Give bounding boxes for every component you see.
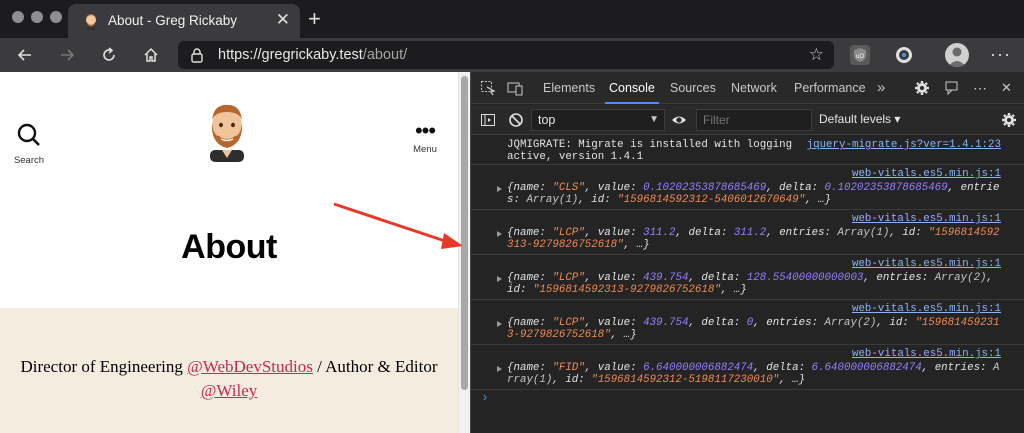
console-output: jquery-migrate.js?ver=1.4.1:23 JQMIGRATE…: [471, 136, 1024, 405]
profile-icon: [948, 47, 966, 67]
device-toolbar-icon[interactable]: [507, 80, 523, 96]
console-message: web-vitals.es5.min.js:1 {name: "LCP", val…: [471, 210, 1024, 255]
console-toolbar: top ▼ Default levels ▾: [471, 105, 1024, 135]
expand-triangle-icon[interactable]: [497, 366, 502, 372]
reload-button[interactable]: [96, 42, 122, 68]
console-message: web-vitals.es5.min.js:1 {name: "FID", val…: [471, 345, 1024, 390]
ellipsis-icon: •••: [414, 118, 436, 143]
expand-triangle-icon[interactable]: [497, 276, 502, 282]
site-logo-avatar: [210, 104, 244, 162]
forward-arrow-icon: [61, 49, 75, 61]
feedback-icon[interactable]: [944, 80, 960, 96]
tab-close-icon[interactable]: ✕: [276, 10, 290, 30]
devtools-close-icon[interactable]: ✕: [1001, 72, 1012, 104]
console-prompt-input[interactable]: ›: [481, 390, 489, 405]
svg-text:uO: uO: [856, 54, 864, 60]
bookmark-star-icon[interactable]: ☆: [809, 45, 824, 65]
search-label: Search: [13, 155, 45, 166]
address-bar[interactable]: https://gregrickaby.test/about/ ☆: [178, 41, 834, 69]
tab-title: About - Greg Rickaby: [108, 13, 238, 28]
live-expression-eye-icon[interactable]: [671, 112, 687, 128]
console-message: web-vitals.es5.min.js:1 {name: "CLS", val…: [471, 165, 1024, 210]
minimize-window-button[interactable]: [31, 11, 43, 23]
menu-label: Menu: [413, 144, 437, 155]
scrollbar-thumb[interactable]: [461, 76, 468, 390]
inspect-element-icon[interactable]: [480, 80, 496, 96]
profile-avatar-button[interactable]: [945, 43, 969, 67]
home-icon: [144, 47, 158, 62]
devtools-more-icon[interactable]: ⋯: [973, 72, 987, 104]
search-button[interactable]: Search: [12, 122, 46, 166]
tab-strip: About - Greg Rickaby ✕ +: [0, 0, 1024, 38]
caret-down-icon: ▼: [649, 114, 659, 125]
tab-sources[interactable]: Sources: [670, 72, 716, 104]
more-tabs-button[interactable]: »: [877, 72, 885, 104]
menu-button[interactable]: ••• Menu: [410, 118, 440, 156]
avatar-favicon-icon: [86, 14, 96, 30]
sidebar-toggle-icon[interactable]: [480, 112, 496, 128]
expand-triangle-icon[interactable]: [497, 231, 502, 237]
source-link[interactable]: web-vitals.es5.min.js:1: [852, 348, 1001, 360]
maximize-window-button[interactable]: [50, 11, 62, 23]
back-button[interactable]: [12, 42, 38, 68]
tab-network[interactable]: Network: [731, 72, 777, 104]
tab-elements[interactable]: Elements: [543, 72, 595, 104]
forward-button[interactable]: [54, 42, 80, 68]
webdevstudios-link[interactable]: @WebDevStudios: [187, 357, 313, 376]
console-message: jquery-migrate.js?ver=1.4.1:23 JQMIGRATE…: [471, 136, 1024, 165]
expand-triangle-icon[interactable]: [497, 321, 502, 327]
expand-triangle-icon[interactable]: [497, 186, 502, 192]
devtools-tab-bar: Elements Console Sources Network Perform…: [471, 72, 1024, 104]
clear-console-icon[interactable]: [508, 112, 524, 128]
source-link[interactable]: web-vitals.es5.min.js:1: [852, 213, 1001, 225]
reload-icon: [103, 47, 115, 61]
settings-gear-icon[interactable]: [914, 80, 930, 96]
search-icon: [17, 123, 40, 146]
source-link[interactable]: web-vitals.es5.min.js:1: [852, 258, 1001, 270]
tab-performance[interactable]: Performance: [794, 72, 866, 104]
page-scrollbar[interactable]: [458, 72, 470, 433]
back-arrow-icon: [17, 49, 31, 61]
source-link[interactable]: jquery-migrate.js?ver=1.4.1:23: [807, 139, 1001, 151]
source-link[interactable]: web-vitals.es5.min.js:1: [852, 303, 1001, 315]
browser-tab[interactable]: About - Greg Rickaby ✕: [68, 4, 300, 38]
console-filter-input[interactable]: [696, 109, 812, 131]
lighthouse-extension-icon[interactable]: [894, 45, 914, 65]
bio-text: Director of Engineering @WebDevStudios /…: [20, 357, 438, 400]
ublock-extension-icon[interactable]: uO: [850, 45, 870, 65]
console-message: web-vitals.es5.min.js:1 {name: "LCP", val…: [471, 300, 1024, 345]
bio-section: Director of Engineering @WebDevStudios /…: [0, 308, 458, 433]
page-title: About: [181, 228, 277, 266]
new-tab-button[interactable]: +: [308, 6, 321, 32]
lock-icon: [191, 48, 203, 63]
console-message: web-vitals.es5.min.js:1 {name: "LCP", val…: [471, 255, 1024, 300]
home-button[interactable]: [138, 42, 164, 68]
web-page: Search ••• Menu About Director of Engine…: [0, 72, 470, 433]
console-settings-gear-icon[interactable]: [1001, 112, 1017, 128]
devtools-panel: Elements Console Sources Network Perform…: [470, 72, 1024, 433]
source-link[interactable]: web-vitals.es5.min.js:1: [852, 168, 1001, 180]
browser-toolbar: https://gregrickaby.test/about/ ☆ uO ···: [0, 38, 1024, 72]
url-text: https://gregrickaby.test/about/: [218, 47, 408, 63]
tab-console[interactable]: Console: [605, 72, 659, 104]
close-window-button[interactable]: [12, 11, 24, 23]
execution-context-select[interactable]: top ▼: [531, 109, 665, 131]
log-levels-dropdown[interactable]: Default levels ▾: [819, 112, 900, 126]
wiley-link[interactable]: @Wiley: [201, 381, 258, 400]
browser-menu-button[interactable]: ···: [990, 44, 1011, 65]
